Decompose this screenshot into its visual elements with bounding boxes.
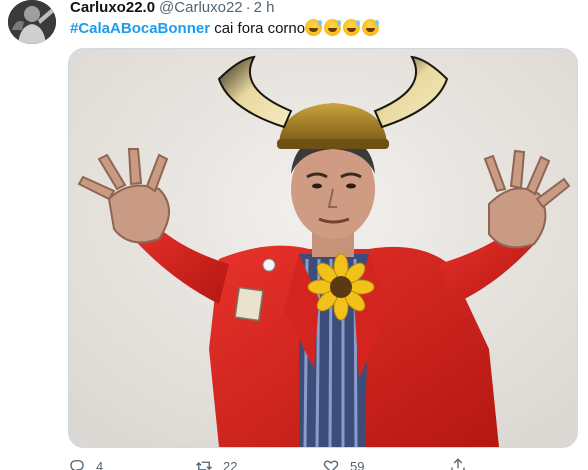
tweet: Carluxo22.0 @Carluxo22 · 2 h #CalaABocaBonn… xyxy=(0,0,588,470)
retweet-button[interactable]: 22 xyxy=(195,457,322,470)
heart-icon xyxy=(323,460,339,470)
like-count: 59 xyxy=(350,458,365,470)
user-handle[interactable]: @Carluxo22 xyxy=(159,0,243,16)
grinning-face-with-sweat-icon xyxy=(305,19,323,36)
grinning-face-with-sweat-icon xyxy=(324,19,342,36)
tweet-header: Carluxo22.0 @Carluxo22 · 2 h xyxy=(70,0,275,16)
reply-button[interactable]: 4 xyxy=(68,457,195,470)
tweet-body: cai fora corno xyxy=(214,20,306,37)
share-button[interactable] xyxy=(449,457,576,470)
separator-dot: · xyxy=(245,0,251,16)
retweet-icon xyxy=(196,461,212,470)
display-name[interactable]: Carluxo22.0 xyxy=(70,0,155,16)
like-button[interactable]: 59 xyxy=(322,457,449,470)
grinning-face-with-sweat-icon xyxy=(362,19,380,36)
timestamp[interactable]: 2 h xyxy=(254,0,275,16)
share-icon xyxy=(451,458,465,470)
hashtag-link[interactable]: #CalaABocaBonner xyxy=(70,20,210,37)
tweet-text: #CalaABocaBonner cai fora corno xyxy=(70,19,381,39)
reply-icon xyxy=(70,460,84,470)
reply-count: 4 xyxy=(96,458,104,470)
tweet-actions: 4 22 59 xyxy=(68,458,576,470)
grinning-face-with-sweat-icon xyxy=(343,19,361,36)
photo-illustration xyxy=(69,49,577,447)
tweet-media-photo[interactable] xyxy=(68,48,578,448)
avatar[interactable] xyxy=(8,0,56,44)
retweet-count: 22 xyxy=(223,458,238,470)
